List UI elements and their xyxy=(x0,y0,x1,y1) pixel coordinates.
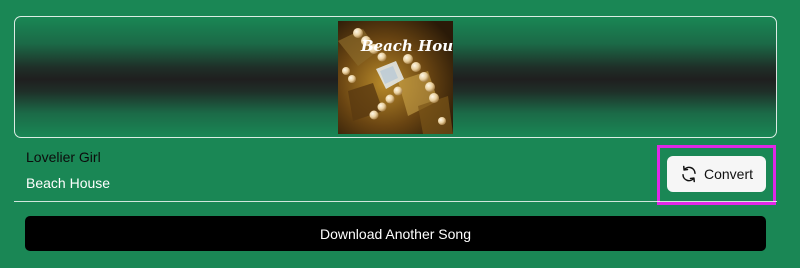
album-art-text: Beach House xyxy=(360,37,453,55)
divider xyxy=(14,201,777,202)
download-another-song-button[interactable]: Download Another Song xyxy=(25,216,766,251)
track-title: Lovelier Girl xyxy=(26,149,101,165)
convert-button[interactable]: Convert xyxy=(667,156,766,192)
track-artist: Beach House xyxy=(26,175,111,191)
refresh-icon xyxy=(680,165,698,183)
album-art-card: Beach House xyxy=(14,16,777,138)
album-art: Beach House xyxy=(338,21,453,134)
convert-button-label: Convert xyxy=(703,166,754,182)
